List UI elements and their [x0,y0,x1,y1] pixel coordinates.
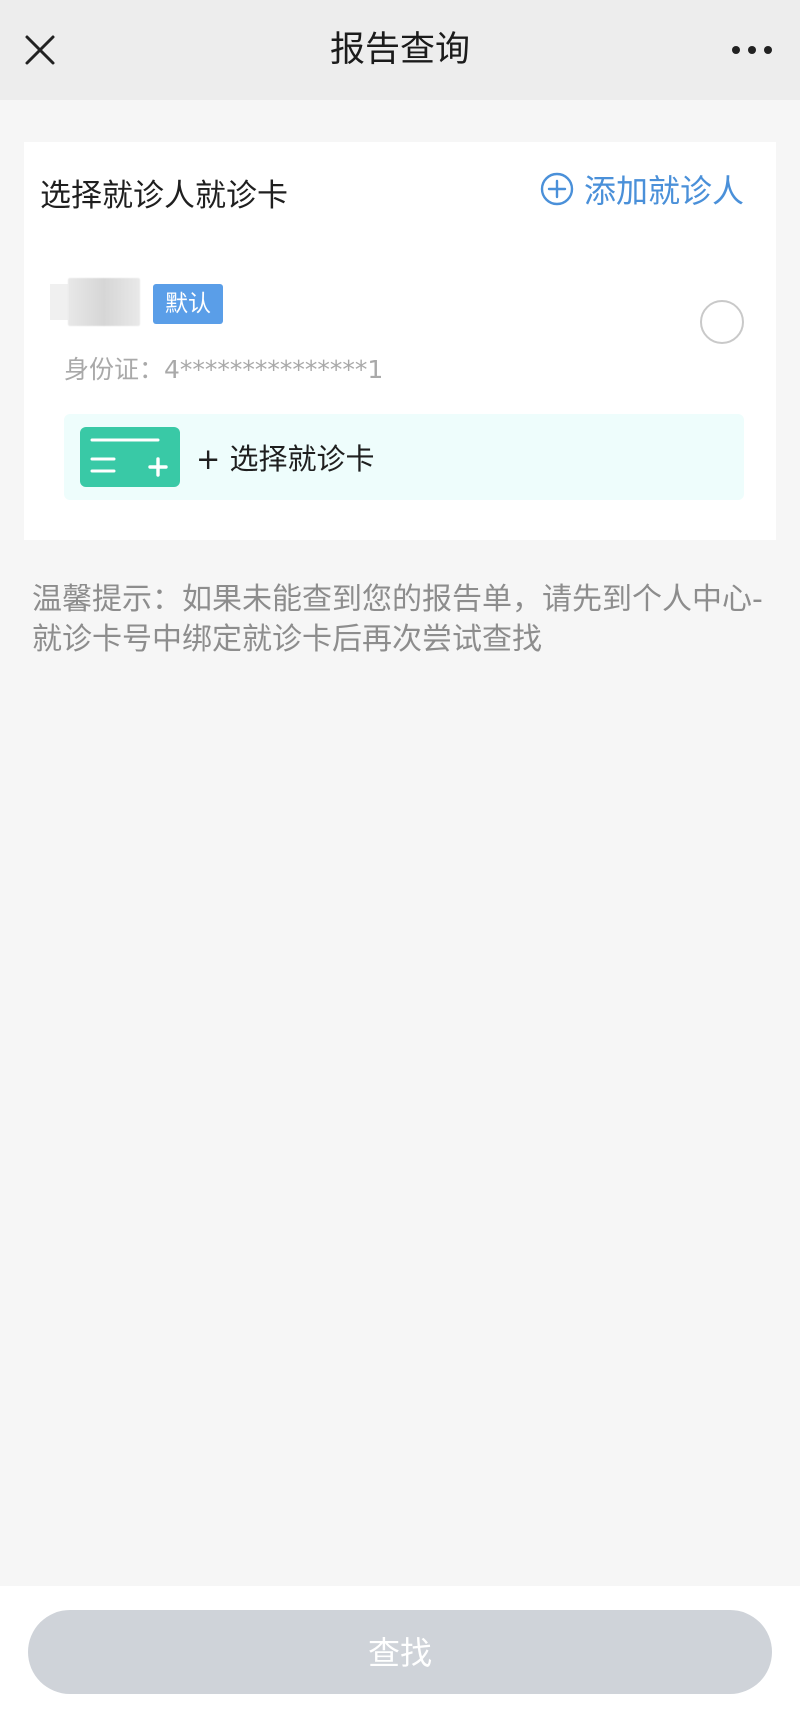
patient-select-radio[interactable] [700,300,744,344]
plus-circle-icon [540,172,574,206]
more-icon [732,46,772,54]
close-button[interactable] [18,22,62,78]
default-badge: 默认 [153,284,223,324]
select-card-label: + 选择就诊卡 [196,442,375,476]
section-title: 选择就诊人就诊卡 [40,178,288,214]
more-button[interactable] [722,22,782,78]
patient-id-number: 身份证：4***************1 [64,355,384,384]
page-title: 报告查询 [329,30,470,70]
add-patient-label: 添加就诊人 [583,172,744,210]
select-card-button[interactable]: + 选择就诊卡 [64,414,744,500]
patient-name-blur [50,284,68,320]
close-icon [25,35,55,65]
tip-text: 温馨提示：如果未能查到您的报告单，请先到个人中心-就诊卡号中绑定就诊卡后再次尝试… [32,582,763,657]
nav-bar: 报告查询 [0,0,800,100]
search-button[interactable]: 查找 [28,1610,772,1694]
patient-name-redacted [68,278,140,326]
card-icon [80,427,180,487]
add-patient-button[interactable]: 添加就诊人 [540,166,744,212]
